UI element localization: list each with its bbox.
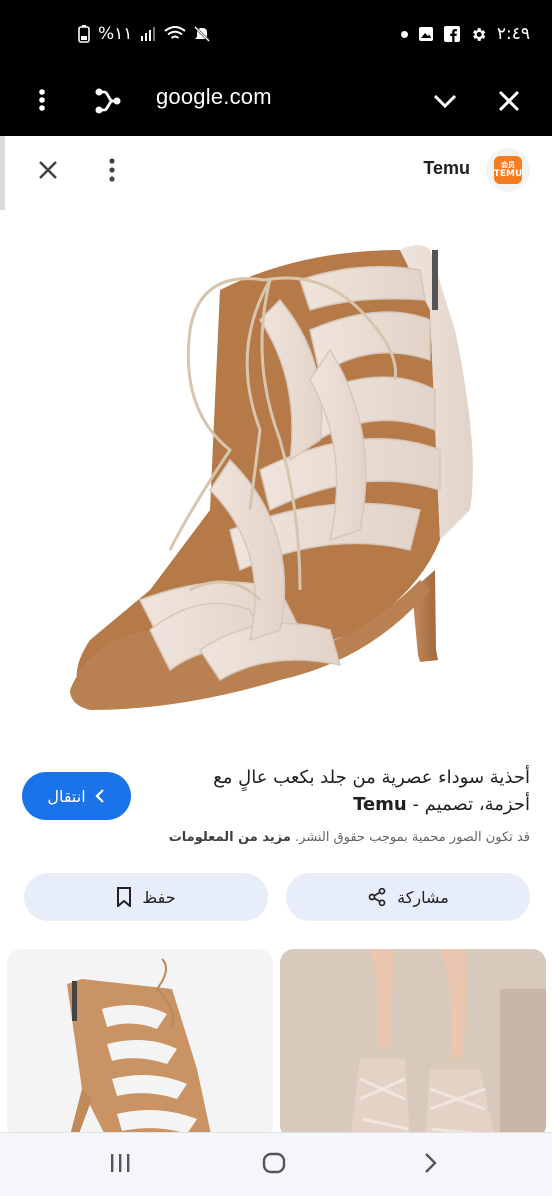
copyright-notice: قد تكون الصور محمية بموجب حقوق النشر. مز… — [169, 830, 530, 845]
save-label: حفظ — [142, 887, 176, 907]
visit-label: انتقال — [47, 786, 86, 806]
recents-icon[interactable] — [108, 1151, 132, 1179]
viewer-header: Temu 会员 TEMU — [0, 136, 552, 206]
more-vert-icon[interactable] — [100, 156, 124, 188]
chevron-down-icon[interactable] — [430, 86, 460, 120]
dot-icon — [400, 30, 408, 38]
close-icon[interactable] — [496, 86, 522, 120]
share-button[interactable]: مشاركة — [286, 873, 530, 921]
status-left: %١١ — [78, 24, 211, 44]
related-image-1[interactable] — [7, 949, 273, 1132]
status-time: ٢:٤٩ — [496, 24, 530, 44]
url-text[interactable]: google.com — [156, 84, 272, 110]
status-bar: %١١ ٢:٤٩ — [0, 0, 552, 72]
temu-logo: 会员 TEMU — [494, 156, 522, 184]
settings-icon — [472, 27, 486, 41]
more-vert-icon[interactable] — [32, 86, 52, 118]
share-icon[interactable] — [92, 86, 122, 120]
close-icon[interactable] — [34, 156, 62, 188]
status-right: ٢:٤٩ — [400, 24, 530, 44]
facebook-icon — [443, 26, 460, 42]
chevron-left-icon — [95, 789, 104, 803]
back-icon[interactable] — [418, 1151, 442, 1179]
main-product-image[interactable] — [0, 210, 552, 800]
visit-button[interactable]: انتقال — [22, 772, 131, 820]
bookmark-icon — [117, 887, 132, 907]
source-site-name[interactable]: Temu — [423, 158, 470, 179]
image-viewer-sheet: Temu 会员 TEMU أحذية سوداء عصرية من جلد بك… — [0, 136, 552, 1132]
share-label: مشاركة — [397, 887, 449, 907]
save-button[interactable]: حفظ — [24, 873, 268, 921]
copyright-text: قد تكون الصور محمية بموجب حقوق النشر. — [295, 830, 530, 845]
share-icon — [368, 887, 386, 907]
caption-line-1: أحذية سوداء عصرية من جلد بكعب عالٍ مع — [213, 767, 530, 788]
system-nav-bar — [0, 1132, 552, 1196]
home-icon[interactable] — [262, 1151, 286, 1179]
caption-brand: Temu — [353, 794, 407, 815]
wifi-icon — [164, 26, 187, 39]
gallery-icon — [418, 27, 433, 41]
related-image-2[interactable] — [280, 949, 546, 1132]
copyright-more-link[interactable]: مزيد من المعلومات — [169, 830, 291, 845]
site-logo[interactable]: 会员 TEMU — [486, 148, 530, 192]
image-caption[interactable]: أحذية سوداء عصرية من جلد بكعب عالٍ مع أح… — [170, 764, 530, 818]
browser-url-bar: google.com — [0, 72, 552, 136]
battery-percent: %١١ — [98, 24, 133, 44]
signal-icon — [141, 27, 156, 41]
battery-icon — [78, 25, 90, 43]
mute-icon — [194, 26, 211, 42]
caption-line-2: أحزمة، تصميم - Temu — [353, 794, 530, 815]
